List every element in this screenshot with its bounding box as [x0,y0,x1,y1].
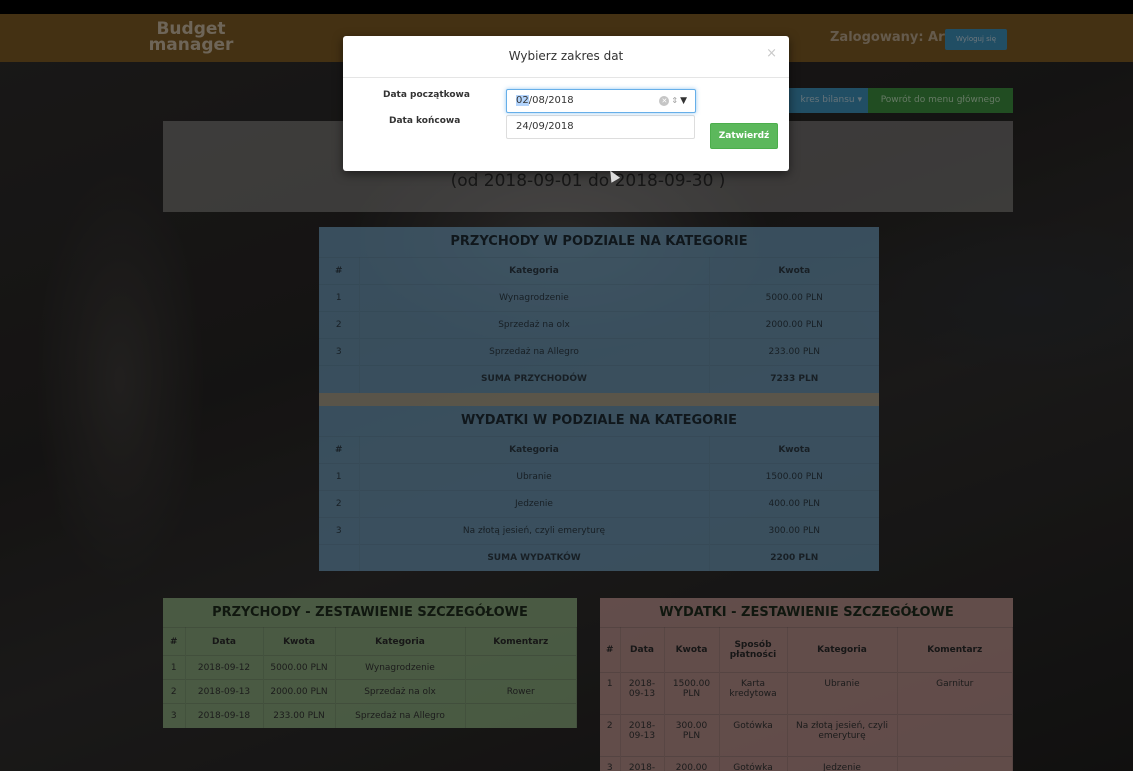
close-icon[interactable]: × [766,46,777,61]
clear-icon[interactable]: ✕ [659,95,670,106]
start-date-rest: /08/2018 [528,95,574,106]
date-range-modal: Wybierz zakres dat × Data początkowa Dat… [343,36,789,171]
end-date-input[interactable]: 24/09/2018 [506,115,695,139]
start-date-label: Data początkowa [383,90,470,100]
confirm-button[interactable]: Zatwierdź [710,123,778,149]
modal-title: Wybierz zakres dat [508,49,624,63]
start-date-day-selected: 02 [516,95,529,106]
dropdown-arrow-icon[interactable]: ▼ [680,96,687,106]
start-date-input[interactable]: 02/08/2018 ✕ ⇕ ▼ [506,89,696,113]
end-date-label: Data końcowa [389,116,461,126]
date-input-controls: ✕ ⇕ ▼ [659,90,687,112]
modal-header: Wybierz zakres dat × [343,36,789,78]
spinner-icon[interactable]: ⇕ [671,96,678,105]
